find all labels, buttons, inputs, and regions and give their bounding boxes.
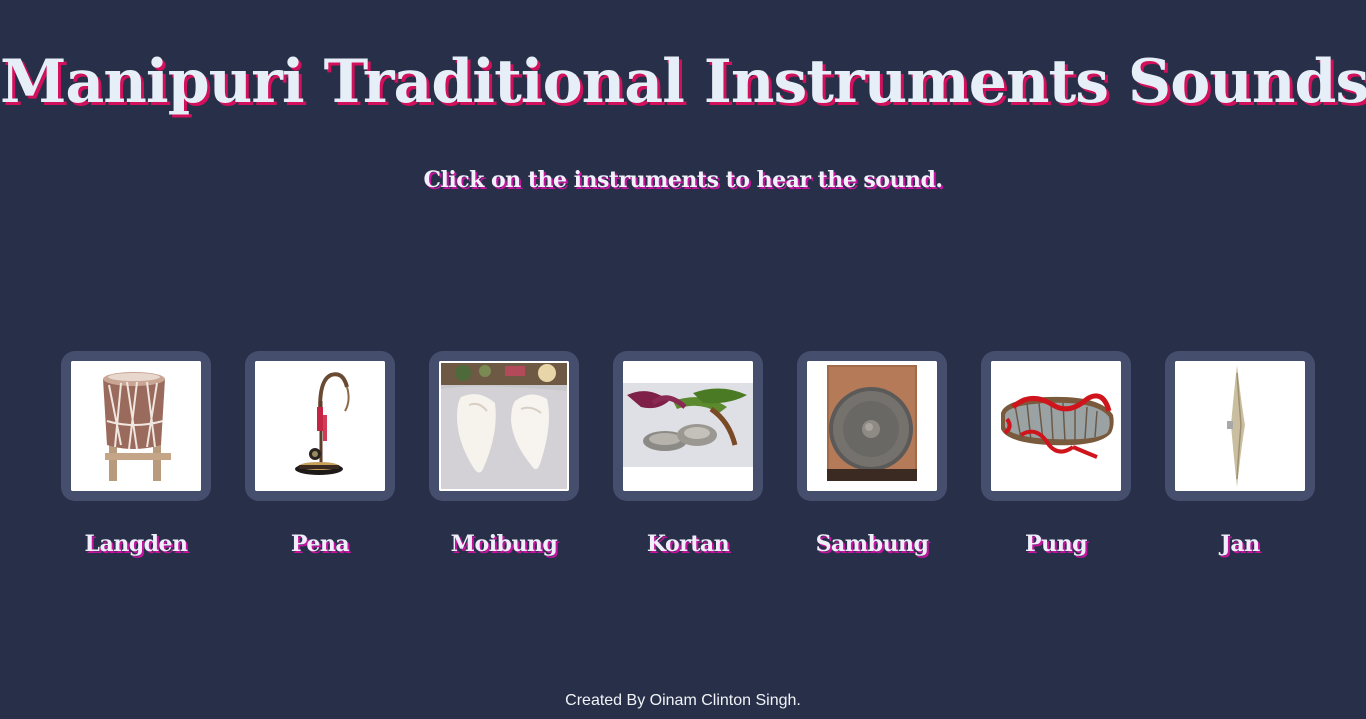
instrument-card[interactable] xyxy=(429,351,579,501)
footer-credit: Created By Oinam Clinton Singh. xyxy=(565,692,801,709)
page-subtitle: Click on the instruments to hear the sou… xyxy=(423,167,943,193)
page-title: Manipuri Traditional Instruments Sounds xyxy=(0,47,1366,117)
instrument-label[interactable]: Jan xyxy=(1145,529,1335,559)
moibung-conch-shell-image[interactable] xyxy=(439,361,569,491)
instrument-langden[interactable]: Langden xyxy=(61,351,211,571)
instrument-card[interactable] xyxy=(613,351,763,501)
instrument-kortan[interactable]: Kortan xyxy=(613,351,763,571)
instrument-card[interactable] xyxy=(797,351,947,501)
pena-string-instrument-image[interactable] xyxy=(255,361,385,491)
sambung-gong-image[interactable] xyxy=(807,361,937,491)
instrument-label[interactable]: Pung xyxy=(961,529,1151,559)
kortan-cymbals-image[interactable] xyxy=(623,361,753,491)
instrument-card[interactable] xyxy=(1165,351,1315,501)
instrument-sambung[interactable]: Sambung xyxy=(797,351,947,571)
jan-cymbal-image[interactable] xyxy=(1175,361,1305,491)
pung-drum-image[interactable] xyxy=(991,361,1121,491)
instrument-card[interactable] xyxy=(245,351,395,501)
instrument-moibung[interactable]: Moibung xyxy=(429,351,579,571)
instrument-card[interactable] xyxy=(61,351,211,501)
langden-drum-image[interactable] xyxy=(71,361,201,491)
instrument-card[interactable] xyxy=(981,351,1131,501)
instrument-pung[interactable]: Pung xyxy=(981,351,1131,571)
instrument-jan[interactable]: Jan xyxy=(1165,351,1315,571)
instrument-label[interactable]: Sambung xyxy=(777,529,967,559)
instrument-label[interactable]: Moibung xyxy=(409,529,599,559)
instrument-pena[interactable]: Pena xyxy=(245,351,395,571)
instrument-label[interactable]: Pena xyxy=(225,529,415,559)
instrument-label[interactable]: Kortan xyxy=(593,529,783,559)
instrument-label[interactable]: Langden xyxy=(41,529,231,559)
instrument-grid: Langden Pena Moibung Kortan Sambung Pung… xyxy=(61,351,1315,571)
